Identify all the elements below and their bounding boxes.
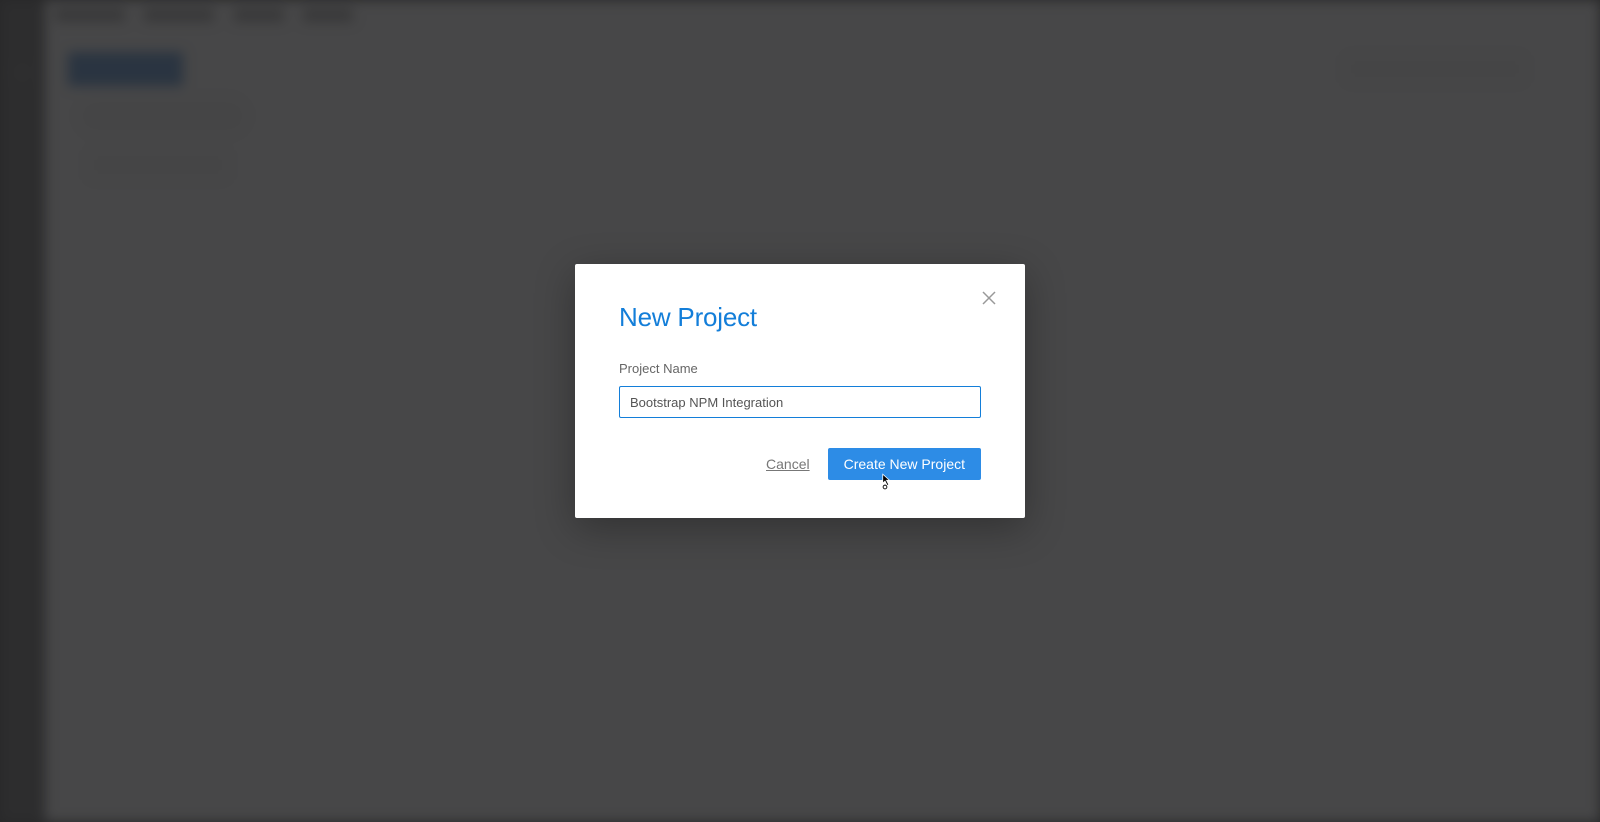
project-name-label: Project Name bbox=[619, 361, 981, 376]
modal-title: New Project bbox=[619, 302, 981, 333]
new-project-modal: New Project Project Name Cancel Create N… bbox=[575, 264, 1025, 518]
create-project-button[interactable]: Create New Project bbox=[828, 448, 981, 480]
close-icon[interactable] bbox=[979, 288, 999, 308]
cancel-button[interactable]: Cancel bbox=[766, 456, 810, 472]
project-name-input[interactable] bbox=[619, 386, 981, 418]
modal-overlay[interactable]: New Project Project Name Cancel Create N… bbox=[0, 0, 1600, 822]
modal-actions: Cancel Create New Project bbox=[619, 448, 981, 480]
